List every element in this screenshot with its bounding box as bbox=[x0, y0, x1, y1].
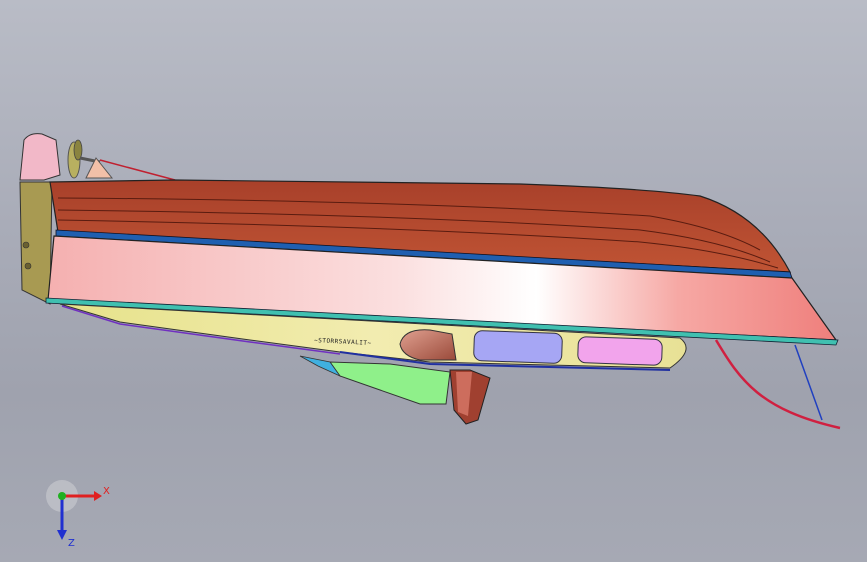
x-axis-label: X bbox=[103, 486, 110, 497]
keel-fin bbox=[329, 361, 451, 405]
z-axis-label: Z bbox=[68, 538, 75, 548]
window-pink bbox=[577, 336, 663, 366]
axis-triad: X Z bbox=[46, 480, 110, 548]
bow-line-blue bbox=[794, 344, 823, 421]
window-blue bbox=[473, 330, 563, 364]
rudder bbox=[19, 133, 61, 181]
cad-viewport[interactable]: ~STORRSAVALIT~ X Z bbox=[0, 0, 867, 562]
intake-scoop bbox=[399, 329, 457, 361]
boat-model[interactable]: ~STORRSAVALIT~ bbox=[0, 0, 867, 562]
y-axis-icon bbox=[58, 492, 66, 500]
bow-line-red bbox=[714, 339, 841, 430]
